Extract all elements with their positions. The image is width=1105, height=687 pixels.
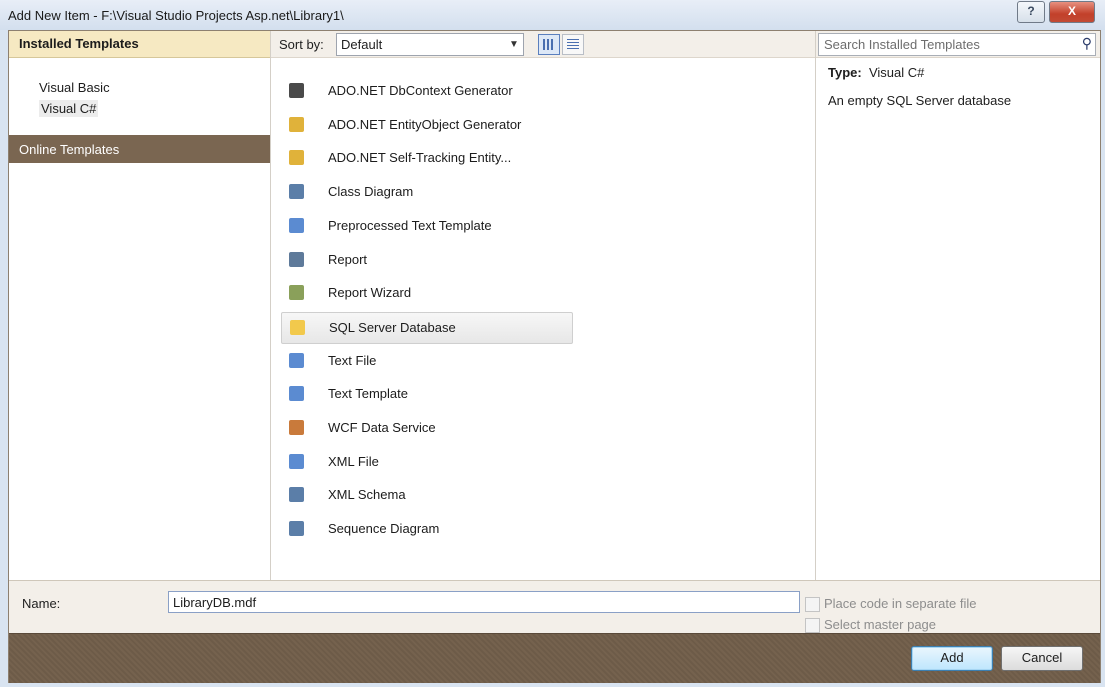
template-item-label: Report Wizard [328,285,412,301]
template-item-label: XML Schema [328,487,406,503]
template-item-label: ADO.NET Self-Tracking Entity... [328,150,512,166]
service-icon [289,420,304,435]
template-item-label: Preprocessed Text Template [328,217,492,233]
search-icon[interactable]: ⚲ [1082,35,1092,52]
window-title: Add New Item - F:\Visual Studio Projects… [8,8,344,23]
text-template-icon [289,386,304,402]
template-item-label: ADO.NET EntityObject Generator [328,116,522,132]
tree-item-visual-basic[interactable]: Visual Basic [39,80,110,95]
template-item[interactable]: Sequence Diagram [281,514,571,544]
generator-icon [289,150,304,166]
online-templates-label: Online Templates [19,142,120,157]
installed-templates-label: Installed Templates [19,36,139,51]
template-item[interactable]: ADO.NET EntityObject Generator [281,110,571,140]
search-box: ⚲ [818,33,1096,56]
search-input[interactable] [822,35,1066,54]
template-item[interactable]: XML Schema [281,480,571,510]
template-item-label: WCF Data Service [328,420,436,435]
help-button[interactable]: ? [1017,1,1045,23]
template-item[interactable]: SQL Server Database [281,311,573,344]
template-item-label: ADO.NET DbContext Generator [328,83,513,98]
medium-icons-view-button[interactable] [538,34,560,55]
template-item[interactable]: Report Wizard [281,278,571,308]
list-view-icon [567,39,579,50]
text-file-icon [289,352,304,368]
installed-templates-header[interactable]: Installed Templates [9,31,270,58]
small-icons-view-button[interactable] [562,34,584,55]
xml-schema-icon [289,487,304,503]
text-template-icon [289,217,304,233]
sort-by-label: Sort by: [279,37,324,52]
template-categories-panel: Installed Templates Visual Basic Visual … [9,31,271,580]
title-bar: Add New Item - F:\Visual Studio Projects… [0,0,1105,30]
template-item[interactable]: Class Diagram [281,177,571,207]
sort-by-value: Default [341,37,383,52]
template-item-label: Class Diagram [328,184,414,200]
add-button[interactable]: Add [911,646,993,671]
template-item[interactable]: Report [281,245,571,275]
template-item-label: Sequence Diagram [328,521,440,537]
type-label: Type: [828,65,862,80]
separate-file-label: Place code in separate file [824,596,977,611]
database-icon [290,319,305,335]
generator-icon [289,116,304,132]
master-page-label: Select master page [824,617,937,632]
template-item-label: Text Template [328,386,408,402]
template-item-label: XML File [328,453,379,469]
sequence-diagram-icon [289,521,304,537]
online-templates-item[interactable]: Online Templates [9,135,270,163]
details-panel: ⚲ Type: Visual C# An empty SQL Server da… [816,31,1100,580]
report-icon [289,251,304,267]
cancel-button[interactable]: Cancel [1001,646,1083,671]
template-item[interactable]: ADO.NET DbContext Generator [281,76,571,106]
template-item[interactable]: Text File [281,346,571,376]
template-item[interactable]: Text Template [281,379,571,409]
grid-view-icon [543,39,555,50]
template-item-label: SQL Server Database [329,319,456,335]
templates-panel: Sort by: Default ▼ ADO.NET DbContext Gen… [271,31,816,580]
type-value: Visual C# [868,65,925,80]
template-item[interactable]: XML File [281,447,571,477]
sort-toolbar: Sort by: Default ▼ [271,31,815,58]
type-info: Type: Visual C# [828,65,924,80]
separate-file-checkbox[interactable] [805,597,820,612]
template-item[interactable]: Preprocessed Text Template [281,211,571,241]
name-field[interactable] [168,591,800,613]
template-description: An empty SQL Server database [828,93,1012,108]
template-item-label: Text File [328,352,377,368]
report-wizard-icon [289,285,304,301]
master-page-checkbox[interactable] [805,618,820,633]
dialog-footer: Add Cancel [9,633,1100,683]
sort-by-select[interactable]: Default ▼ [336,33,524,56]
chevron-down-icon: ▼ [509,39,519,50]
close-button[interactable]: X [1049,1,1095,23]
xml-file-icon [289,453,304,469]
class-diagram-icon [289,184,304,200]
generator-icon [289,83,304,98]
template-item[interactable]: WCF Data Service [281,413,571,443]
name-area: Name: Place code in separate file Select… [9,580,1100,634]
template-item-label: Report [328,251,368,267]
dialog-body: Installed Templates Visual Basic Visual … [8,30,1101,683]
tree-item-visual-csharp[interactable]: Visual C# [39,100,99,117]
name-label: Name: [22,596,61,611]
add-new-item-dialog: Add New Item - F:\Visual Studio Projects… [0,0,1105,687]
template-item[interactable]: ADO.NET Self-Tracking Entity... [281,143,571,173]
search-area: ⚲ [816,31,1100,58]
